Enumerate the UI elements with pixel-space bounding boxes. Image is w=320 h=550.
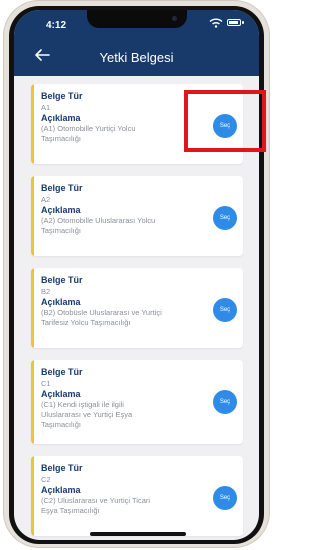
- highlight-annotation: [184, 90, 266, 152]
- description-line-1: (C1) Kendi iştigali ile ilgili: [41, 400, 124, 409]
- doc-code: C1: [41, 379, 51, 388]
- card-accent: [31, 360, 34, 444]
- doc-code: C2: [41, 475, 51, 484]
- description-line-1: (A2) Otomobille Uluslararası Yolcu: [41, 216, 156, 225]
- header-bar: 4:12 Yetki Belgesi: [14, 10, 259, 76]
- description-label: Açıklama: [41, 485, 81, 495]
- description-line-2: Taşımacılığı: [41, 134, 82, 143]
- doc-type-label: Belge Tür: [41, 183, 83, 193]
- battery-cap: [242, 21, 244, 24]
- home-indicator: [90, 532, 186, 536]
- card-accent: [31, 176, 34, 256]
- camera-dot: [172, 16, 177, 21]
- description-label: Açıklama: [41, 389, 81, 399]
- select-button[interactable]: Seç: [213, 390, 237, 414]
- description-label: Açıklama: [41, 297, 81, 307]
- list-item: Belge Tür C1 Açıklama (C1) Kendi iştigal…: [31, 360, 243, 444]
- doc-code: B2: [41, 287, 51, 296]
- doc-type-label: Belge Tür: [41, 275, 83, 285]
- doc-type-label: Belge Tür: [41, 91, 83, 101]
- description-line-2: Taşımacılığı: [41, 226, 82, 235]
- description-line-3: Taşımacılığı: [41, 420, 82, 429]
- wifi-icon: [209, 18, 223, 28]
- doc-code: A2: [41, 195, 51, 204]
- card-accent: [31, 84, 34, 164]
- doc-code: A1: [41, 103, 51, 112]
- select-button[interactable]: Seç: [213, 206, 237, 230]
- doc-type-label: Belge Tür: [41, 463, 83, 473]
- page-title: Yetki Belgesi: [99, 50, 174, 65]
- card-accent: [31, 268, 34, 348]
- list-item: Belge Tür B2 Açıklama (B2) Otobüsle Ulus…: [31, 268, 243, 348]
- description-label: Açıklama: [41, 113, 81, 123]
- doc-type-label: Belge Tür: [41, 367, 83, 377]
- select-button[interactable]: Seç: [213, 486, 237, 510]
- description-line-1: (A1) Otomobille Yurtiçi Yolcu: [41, 124, 136, 133]
- description-label: Açıklama: [41, 205, 81, 215]
- status-icons: [205, 18, 245, 28]
- description-line-2: Uluslararası ve Yurtiçi Eşya: [41, 410, 133, 419]
- select-button[interactable]: Seç: [213, 298, 237, 322]
- battery-icon: [227, 19, 241, 26]
- status-time: 4:12: [46, 20, 67, 31]
- list-item: Belge Tür C2 Açıklama (C2) Uluslararası …: [31, 456, 243, 536]
- list-item: Belge Tür A2 Açıklama (A2) Otomobille Ul…: [31, 176, 243, 256]
- description-line-2: Tarifesiz Yolcu Taşımacılığı: [41, 318, 131, 327]
- description-line-1: (C2) Uluslararası ve Yurtiçi Ticari: [41, 496, 151, 505]
- description-line-2: Eşya Taşımacılığı: [41, 506, 100, 515]
- description-line-1: (B2) Otobüsle Uluslararası ve Yurtiçi: [41, 308, 162, 317]
- card-accent: [31, 456, 34, 536]
